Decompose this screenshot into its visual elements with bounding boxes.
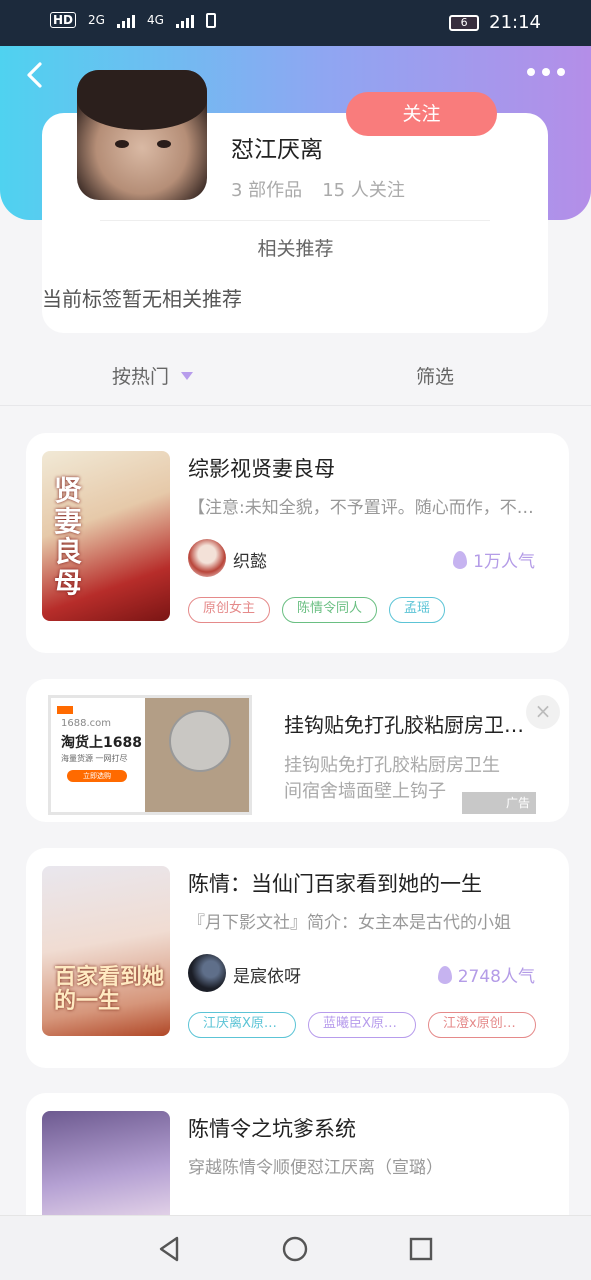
- divider: [100, 220, 490, 221]
- book-title: 陈情令之坑爹系统: [188, 1117, 356, 1141]
- author-name: 织懿: [233, 552, 267, 572]
- tag-chip[interactable]: 陈情令同人: [282, 597, 378, 623]
- tag-chip[interactable]: 江厌离X原创男主: [188, 1012, 296, 1038]
- related-empty-text: 当前标签暂无相关推荐: [42, 287, 242, 311]
- book-title: 综影视贤妻良母: [188, 457, 335, 481]
- close-icon[interactable]: ×: [526, 695, 560, 729]
- flame-icon: [437, 965, 452, 984]
- ad-logo-icon: [57, 706, 73, 714]
- status-bar: HD 2G 4G 6 21:14: [0, 0, 591, 46]
- signal-icon-2: [175, 12, 194, 28]
- signal-icon: [116, 12, 135, 28]
- square-recents-icon: [409, 1237, 433, 1261]
- book-card[interactable]: 贤妻良母 综影视贤妻良母 【注意:未知全貌，不予置评。随心而作，不喜勿喷】 织懿…: [26, 433, 569, 653]
- book-cover: 百家看到她的一生: [42, 866, 170, 1036]
- book-cover: 贤妻良母: [42, 451, 170, 621]
- net2-label: 4G: [146, 13, 164, 27]
- book-desc: 【注意:未知全貌，不予置评。随心而作，不喜勿喷】: [188, 498, 550, 518]
- hd-icon: HD: [50, 12, 77, 28]
- ad-image-sub: 海量货源 一网打尽: [61, 754, 128, 763]
- avatar-hair: [77, 70, 207, 130]
- book-tags: 原创女主 陈情令同人 孟瑶: [188, 597, 446, 623]
- net1-label: 2G: [88, 13, 105, 27]
- tag-stats: 3 部作品 15 人关注: [231, 176, 405, 202]
- nav-recents-button[interactable]: [406, 1234, 436, 1264]
- hook-product-icon: [169, 710, 231, 772]
- tag-chip[interactable]: 孟瑶: [389, 597, 446, 623]
- tag-chip[interactable]: 蓝曦臣X原创女主: [308, 1012, 416, 1038]
- status-left: HD 2G 4G: [50, 12, 216, 28]
- ad-image-site: 1688.com: [61, 718, 111, 729]
- tag-chip[interactable]: 江澄x原创女主: [428, 1012, 536, 1038]
- popularity-value: 2748人气: [457, 967, 535, 987]
- nav-back-button[interactable]: [155, 1234, 185, 1264]
- more-button[interactable]: [527, 68, 565, 76]
- sort-bar: 按热门 筛选: [0, 350, 591, 406]
- popularity: 1万人气: [453, 547, 535, 572]
- ad-image: 1688.com 淘货上1688 海量货源 一网打尽 立即选购: [48, 695, 252, 815]
- flame-icon: [453, 550, 468, 569]
- followers-count: 15 人关注: [322, 180, 405, 201]
- nav-home-button[interactable]: [280, 1234, 310, 1264]
- clock: 21:14: [489, 12, 541, 33]
- triangle-back-icon: [159, 1236, 179, 1262]
- back-button[interactable]: [20, 60, 50, 90]
- book-title: 陈情：当仙门百家看到她的一生: [188, 872, 482, 896]
- related-title: 相关推荐: [257, 238, 334, 260]
- avatar-eye: [115, 140, 129, 148]
- ad-image-slogan: 淘货上1688: [61, 735, 142, 751]
- chevron-left-icon: [27, 62, 42, 88]
- ad-badge: 广告: [462, 792, 536, 814]
- ad-title: 挂钩贴免打孔胶粘厨房卫生间宿舍墙面壁上钩子: [284, 713, 534, 737]
- tag-avatar: [77, 70, 207, 200]
- sort-hot-label: 按热门: [112, 366, 170, 388]
- system-nav-bar: [0, 1215, 591, 1280]
- ad-image-button: 立即选购: [67, 770, 127, 782]
- battery-icon: 6: [449, 14, 480, 31]
- book-desc: 穿越陈情令顺便怼江厌离（宣璐）: [188, 1158, 443, 1178]
- more-dot-icon: [527, 68, 535, 76]
- tag-title: 怼江厌离: [231, 137, 323, 163]
- author-name: 是宸依呀: [233, 967, 301, 987]
- more-dot-icon: [542, 68, 550, 76]
- popularity: 2748人气: [437, 962, 535, 987]
- cover-text: 百家看到她的一生: [54, 964, 165, 1014]
- dropdown-triangle-icon: [181, 371, 194, 380]
- popularity-value: 1万人气: [473, 552, 535, 572]
- book-card[interactable]: 百家看到她的一生 陈情：当仙门百家看到她的一生 『月下影文社』简介：女主本是古代…: [26, 848, 569, 1068]
- more-dot-icon: [557, 68, 565, 76]
- circle-home-icon: [282, 1236, 308, 1262]
- author-avatar: [188, 539, 226, 577]
- cover-text: 贤妻良母: [54, 473, 83, 600]
- author-avatar: [188, 954, 226, 992]
- avatar-eye: [157, 140, 171, 148]
- tag-chip[interactable]: 原创女主: [188, 597, 271, 623]
- ad-card[interactable]: 1688.com 淘货上1688 海量货源 一网打尽 立即选购 挂钩贴免打孔胶粘…: [26, 679, 569, 822]
- works-count: 3 部作品: [231, 180, 303, 201]
- sim-icon: [205, 12, 216, 28]
- book-tags: 江厌离X原创男主 蓝曦臣X原创女主 江澄x原创女主: [188, 1012, 536, 1038]
- sort-hot-button[interactable]: 按热门: [112, 362, 194, 389]
- book-desc: 『月下影文社』简介：女主本是古代的小姐: [188, 913, 511, 933]
- filter-button[interactable]: 筛选: [416, 362, 454, 389]
- status-right: 6 21:14: [449, 12, 541, 33]
- follow-button[interactable]: 关注: [346, 92, 497, 136]
- ad-image-left: 1688.com 淘货上1688 海量货源 一网打尽 立即选购: [51, 698, 145, 812]
